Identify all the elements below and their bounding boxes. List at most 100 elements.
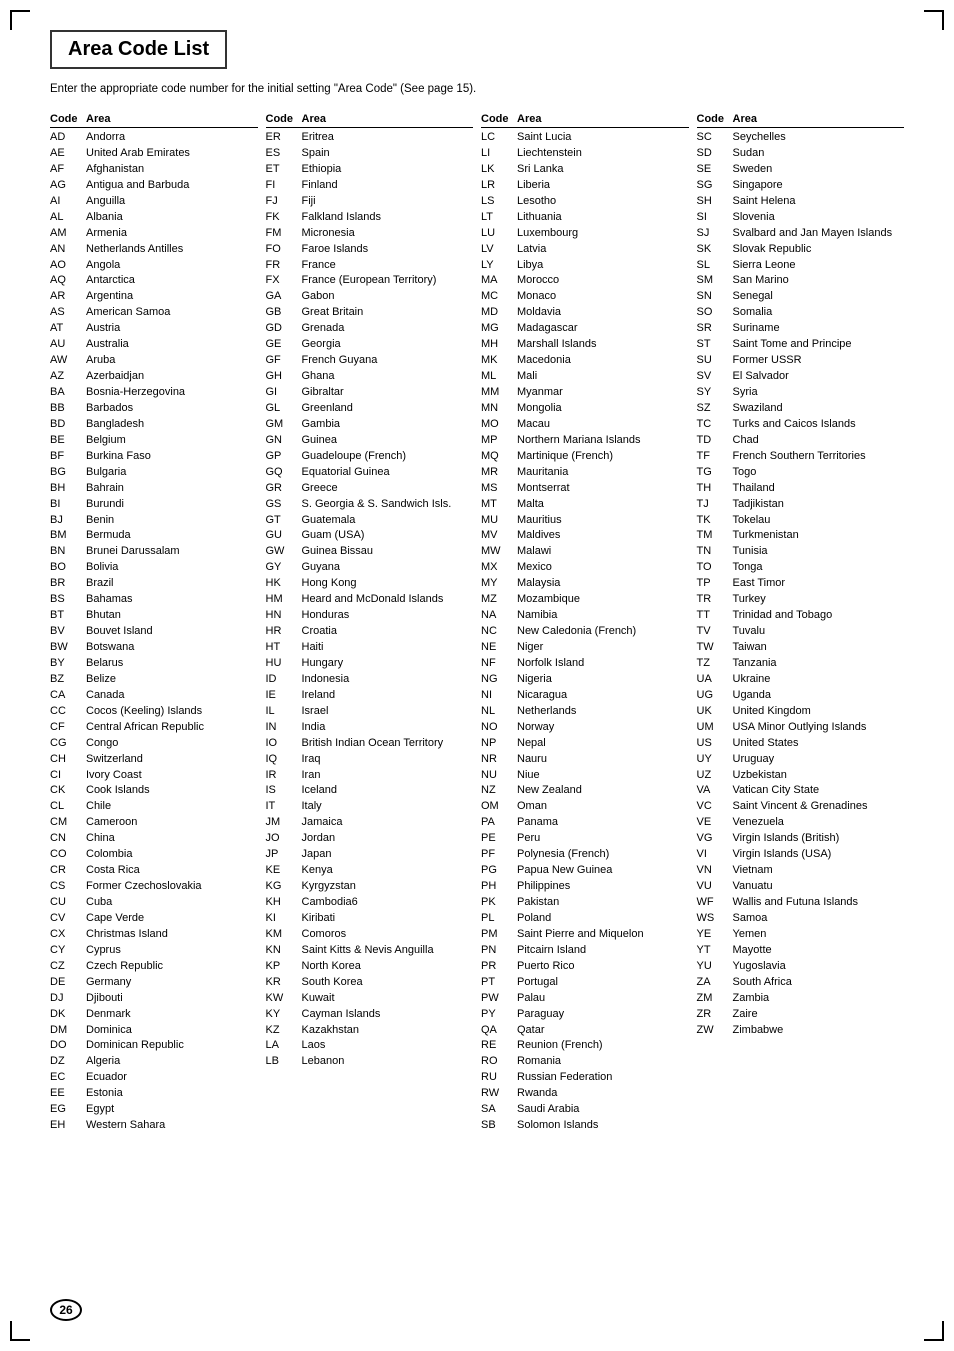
entry-code: AQ	[50, 273, 86, 289]
table-row: FKFalkland Islands	[266, 210, 474, 226]
entry-area: Jamaica	[302, 815, 474, 831]
entry-code: BS	[50, 592, 86, 608]
entry-code: LA	[266, 1038, 302, 1054]
table-row: AEUnited Arab Emirates	[50, 146, 258, 162]
entry-area: Sierra Leone	[733, 258, 905, 274]
entry-area: Moldavia	[517, 305, 689, 321]
entry-area: Costa Rica	[86, 863, 258, 879]
entry-code: TT	[697, 608, 733, 624]
table-row: TPEast Timor	[697, 576, 905, 592]
entry-area: Guadeloupe (French)	[302, 449, 474, 465]
table-row: PAPanama	[481, 815, 689, 831]
entry-area: Former Czechoslovakia	[86, 879, 258, 895]
table-row: NRNauru	[481, 752, 689, 768]
entry-code: NR	[481, 752, 517, 768]
entry-area: Bosnia-Herzegovina	[86, 385, 258, 401]
table-row: KHCambodia6	[266, 895, 474, 911]
entry-code: AM	[50, 226, 86, 242]
table-row: HUHungary	[266, 656, 474, 672]
entry-code: KW	[266, 991, 302, 1007]
table-row: LCSaint Lucia	[481, 130, 689, 146]
entry-area: Svalbard and Jan Mayen Islands	[733, 226, 905, 242]
entry-code: BA	[50, 385, 86, 401]
table-row: THThailand	[697, 481, 905, 497]
page-number: 26	[50, 1299, 82, 1321]
entry-area: Germany	[86, 975, 258, 991]
table-row: TDChad	[697, 433, 905, 449]
entry-code: BB	[50, 401, 86, 417]
table-row: MMMyanmar	[481, 385, 689, 401]
entry-code: VU	[697, 879, 733, 895]
table-row: UAUkraine	[697, 672, 905, 688]
entry-area: Great Britain	[302, 305, 474, 321]
table-row: BSBahamas	[50, 592, 258, 608]
entry-code: ES	[266, 146, 302, 162]
entry-area: India	[302, 720, 474, 736]
entry-area: Vanuatu	[733, 879, 905, 895]
entry-code: NP	[481, 736, 517, 752]
entry-code: AL	[50, 210, 86, 226]
column-0: CodeAreaADAndorraAEUnited Arab EmiratesA…	[50, 113, 266, 1134]
entry-area: Lebanon	[302, 1054, 474, 1070]
table-row: CYCyprus	[50, 943, 258, 959]
entry-code: HK	[266, 576, 302, 592]
entry-area: Slovak Republic	[733, 242, 905, 258]
entry-area: Afghanistan	[86, 162, 258, 178]
entry-code: RW	[481, 1086, 517, 1102]
table-row: EREritrea	[266, 130, 474, 146]
table-row: SDSudan	[697, 146, 905, 162]
entry-code: MK	[481, 353, 517, 369]
entry-area: Ecuador	[86, 1070, 258, 1086]
table-row: UGUganda	[697, 688, 905, 704]
entry-code: CG	[50, 736, 86, 752]
entry-area: Iran	[302, 768, 474, 784]
entry-area: Qatar	[517, 1023, 689, 1039]
table-row: TJTadjikistan	[697, 497, 905, 513]
table-row: PWPalau	[481, 991, 689, 1007]
entry-code: CH	[50, 752, 86, 768]
table-row: SKSlovak Republic	[697, 242, 905, 258]
entry-area: Yugoslavia	[733, 959, 905, 975]
entry-area: Estonia	[86, 1086, 258, 1102]
entry-code: DK	[50, 1007, 86, 1023]
entry-area: Samoa	[733, 911, 905, 927]
entry-code: MW	[481, 544, 517, 560]
entry-area: Tuvalu	[733, 624, 905, 640]
entry-code: LU	[481, 226, 517, 242]
entry-area: Grenada	[302, 321, 474, 337]
table-row: BMBermuda	[50, 528, 258, 544]
entry-code: DJ	[50, 991, 86, 1007]
table-row: UMUSA Minor Outlying Islands	[697, 720, 905, 736]
entry-area: French Southern Territories	[733, 449, 905, 465]
entry-area: Reunion (French)	[517, 1038, 689, 1054]
entry-area: Ireland	[302, 688, 474, 704]
entry-code: SH	[697, 194, 733, 210]
entry-area: Singapore	[733, 178, 905, 194]
table-row: ZASouth Africa	[697, 975, 905, 991]
entry-area: S. Georgia & S. Sandwich Isls.	[302, 497, 474, 513]
entry-code: TF	[697, 449, 733, 465]
entry-area: Egypt	[86, 1102, 258, 1118]
table-row: GDGrenada	[266, 321, 474, 337]
entry-code: MY	[481, 576, 517, 592]
entry-area: Heard and McDonald Islands	[302, 592, 474, 608]
table-row: LYLibya	[481, 258, 689, 274]
entry-code: TV	[697, 624, 733, 640]
entry-code: JP	[266, 847, 302, 863]
entry-area: Paraguay	[517, 1007, 689, 1023]
col-0-header: CodeArea	[50, 113, 258, 128]
entry-code: NO	[481, 720, 517, 736]
table-row: PEPeru	[481, 831, 689, 847]
entry-code: AW	[50, 353, 86, 369]
entry-code: DM	[50, 1023, 86, 1039]
entry-code: CL	[50, 799, 86, 815]
entry-area: Marshall Islands	[517, 337, 689, 353]
entry-code: VE	[697, 815, 733, 831]
entry-area: Nigeria	[517, 672, 689, 688]
entry-area: Mayotte	[733, 943, 905, 959]
entry-area: Cocos (Keeling) Islands	[86, 704, 258, 720]
entry-area: Former USSR	[733, 353, 905, 369]
table-row: SLSierra Leone	[697, 258, 905, 274]
entry-area: Trinidad and Tobago	[733, 608, 905, 624]
table-row: CLChile	[50, 799, 258, 815]
